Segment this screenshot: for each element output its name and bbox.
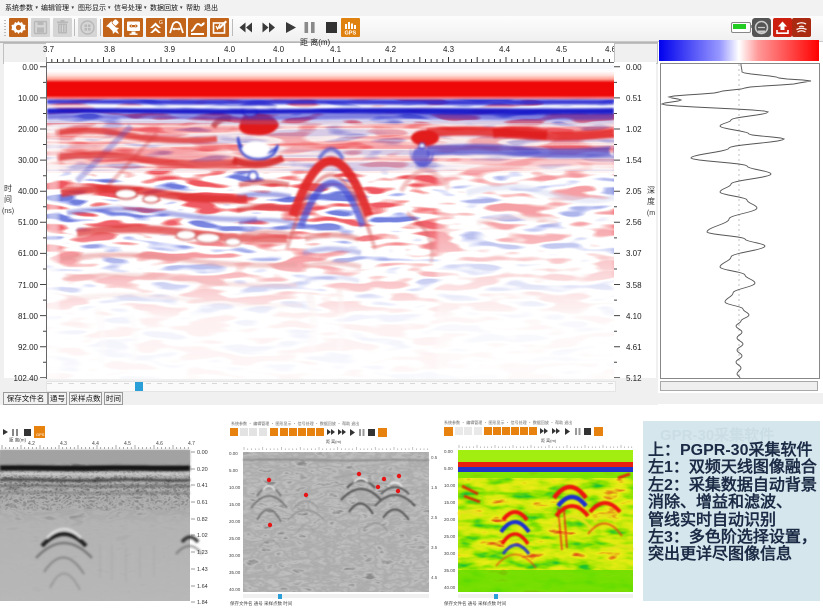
svg-text:1.84: 1.84 — [197, 600, 208, 606]
svg-text:1.02: 1.02 — [197, 533, 208, 539]
svg-text:20.00: 20.00 — [444, 517, 456, 522]
svg-text:35.00: 35.00 — [229, 570, 241, 575]
svg-text:4.6: 4.6 — [156, 441, 163, 447]
svg-text:30.00: 30.00 — [229, 553, 241, 558]
svg-text:3.5: 3.5 — [431, 545, 438, 550]
svg-text:4.2: 4.2 — [28, 441, 35, 447]
svg-text:5.00: 5.00 — [229, 468, 238, 473]
svg-text:距 离(m): 距 离(m) — [9, 437, 26, 444]
svg-text:0.00: 0.00 — [197, 450, 208, 456]
svg-text:G: G — [159, 20, 163, 26]
svg-text:1.5: 1.5 — [431, 485, 438, 490]
svg-text:25.00: 25.00 — [229, 536, 241, 541]
svg-text:0.00: 0.00 — [444, 449, 453, 454]
svg-text:0.61: 0.61 — [197, 500, 208, 506]
svg-text:4.5: 4.5 — [124, 441, 131, 447]
svg-text:10.00: 10.00 — [444, 483, 456, 488]
svg-text:0.82: 0.82 — [197, 517, 208, 523]
svg-text:系统参数 ・ 编辑管理 ・ 图形显示 ・ 信号处理 ・ 数据: 系统参数 ・ 编辑管理 ・ 图形显示 ・ 信号处理 ・ 数据回放 ・ 帮助 退出 — [231, 420, 359, 426]
svg-text:距 离(m): 距 离(m) — [326, 438, 342, 444]
svg-text:系统参数 ・ 编辑管理 ・ 图形显示 ・ 信号处理 ・ 数据: 系统参数 ・ 编辑管理 ・ 图形显示 ・ 信号处理 ・ 数据回放 ・ 帮助 退出 — [444, 419, 572, 425]
svg-text:40.00: 40.00 — [229, 587, 241, 592]
svg-text:35.00: 35.00 — [444, 568, 456, 573]
svg-text:4.3: 4.3 — [60, 441, 67, 447]
svg-text:10.00: 10.00 — [229, 485, 241, 490]
svg-text:30.00: 30.00 — [444, 551, 456, 556]
svg-text:GPS: GPS — [345, 31, 357, 37]
svg-text:0.20: 0.20 — [197, 467, 208, 473]
svg-text:5.00: 5.00 — [444, 466, 453, 471]
svg-text:0.41: 0.41 — [197, 483, 208, 489]
svg-text:4.7: 4.7 — [188, 441, 195, 447]
svg-text:20.00: 20.00 — [229, 519, 241, 524]
svg-text:1.64: 1.64 — [197, 584, 208, 590]
svg-text:保存文件名 通号 采样点数 时间: 保存文件名 通号 采样点数 时间 — [230, 600, 293, 607]
svg-text:保存文件名 通号 采样点数 时间: 保存文件名 通号 采样点数 时间 — [444, 600, 507, 607]
svg-text:25.00: 25.00 — [444, 534, 456, 539]
svg-text:1.43: 1.43 — [197, 567, 208, 573]
svg-text:4.5: 4.5 — [431, 575, 438, 580]
svg-text:1.23: 1.23 — [197, 550, 208, 556]
svg-text:0.5: 0.5 — [431, 455, 438, 460]
svg-text:40.00: 40.00 — [444, 585, 456, 590]
svg-text:15.00: 15.00 — [229, 502, 241, 507]
svg-text:2.5: 2.5 — [431, 515, 438, 520]
svg-text:15.00: 15.00 — [444, 500, 456, 505]
svg-text:距 离(m): 距 离(m) — [541, 437, 557, 443]
svg-text:4.4: 4.4 — [92, 441, 99, 447]
svg-text:0.00: 0.00 — [229, 451, 238, 456]
svg-text:GPS: GPS — [36, 432, 45, 437]
